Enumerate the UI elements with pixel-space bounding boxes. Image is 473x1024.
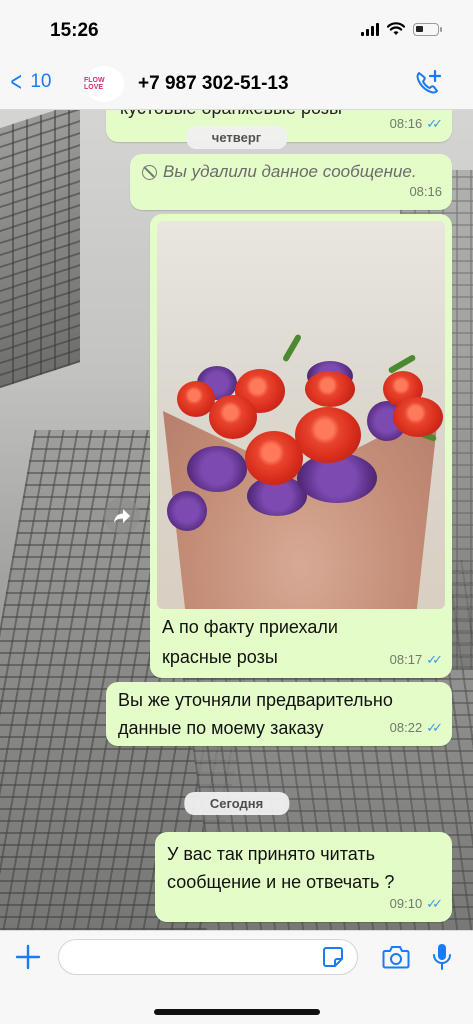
message-time: 08:22 [389,720,423,735]
message-meta: 08:16 ✓✓ [389,110,443,138]
status-time: 15:26 [50,20,99,41]
cellular-signal-icon [361,22,379,36]
bouquet-rose [393,397,443,437]
message-meta: 09:10 ✓✓ [389,890,443,918]
status-icons [361,22,442,36]
plus-icon[interactable] [14,943,42,971]
message-text: Вы удалили данное сообщение. [163,162,417,181]
message-bubble[interactable]: Вы же уточняли предварительно данные по … [106,682,452,746]
contact-name[interactable]: +7 987 302-51-13 [138,73,289,95]
chevron-left-icon: < [10,66,22,97]
unread-count: 10 [30,71,52,92]
message-text: Вы же уточняли предварительно данные по … [118,690,393,738]
forward-arrow-icon [114,509,130,523]
status-bar: 15:26 [0,0,473,58]
message-input[interactable] [58,939,358,975]
deleted-message: Вы удалили данное сообщение. [142,158,417,186]
camera-icon[interactable] [382,944,410,970]
wifi-icon [387,22,405,35]
chat-header: < 10 FLOW LOVE +7 987 302-51-13 [0,58,473,110]
avatar-logo-text: FLOW LOVE [84,77,105,91]
message-text: А по факту приехали красные розы [162,617,338,667]
avatar[interactable]: FLOW LOVE [84,66,124,102]
message-input-bar [0,930,473,1024]
message-meta: 08:17 ✓✓ [389,646,443,674]
bouquet-rose [245,431,303,485]
message-time: 08:17 [389,652,423,667]
read-ticks-icon: ✓✓ [426,652,443,667]
message-bubble-photo[interactable]: А по факту приехали красные розы 08:17 ✓… [150,214,452,678]
message-meta: 08:22 ✓✓ [389,714,443,742]
sticker-icon[interactable] [322,946,344,968]
bouquet-statice [167,491,207,531]
bouquet-statice [187,446,247,492]
message-bubble-deleted[interactable]: Вы удалили данное сообщение. 08:16 [130,154,452,210]
bouquet-rose [209,395,257,439]
bouquet-photo[interactable] [157,221,445,609]
read-ticks-icon: ✓✓ [426,720,443,735]
forward-button[interactable] [104,498,140,534]
date-separator: Сегодня [183,792,290,815]
message-time: 08:16 [409,184,442,199]
date-separator: четверг [185,126,288,149]
bouquet-rose [295,407,361,463]
message-text: кустовые оранжевые розы [120,110,342,122]
message-meta: 08:16 [409,178,442,206]
chat-area[interactable]: кустовые оранжевые розы 08:16 ✓✓ четверг… [0,110,473,930]
read-ticks-icon: ✓✓ [426,116,443,131]
message-time: 09:10 [389,896,423,911]
message-text: У вас так принято читать сообщение и не … [167,844,395,892]
message-bubble[interactable]: У вас так принято читать сообщение и не … [155,832,452,922]
deleted-icon [142,164,157,180]
home-indicator[interactable] [154,1009,320,1015]
battery-icon [413,22,442,36]
back-button[interactable]: < 10 [8,66,52,97]
microphone-icon[interactable] [432,942,452,972]
message-time: 08:16 [389,116,423,131]
add-call-icon[interactable] [413,68,443,98]
bouquet-rose [305,371,355,407]
bouquet-leaf [281,333,303,363]
read-ticks-icon: ✓✓ [426,896,443,911]
